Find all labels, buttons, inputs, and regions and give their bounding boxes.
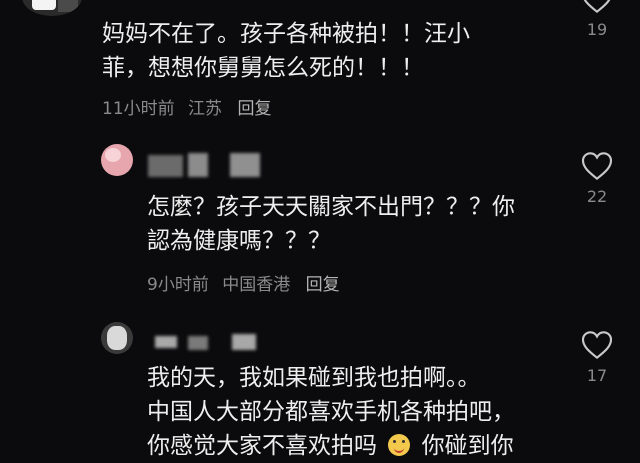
like-button[interactable]: 22 — [572, 151, 622, 206]
comment-text-segment: 你感觉大家不喜欢拍吗 — [147, 433, 377, 459]
like-count: 22 — [586, 187, 608, 206]
username[interactable] — [148, 155, 183, 177]
reply-button[interactable]: 回复 — [306, 275, 340, 295]
avatar[interactable] — [22, 0, 82, 16]
comment-text-line: 怎麼？孩子天天關家不出門？？？你 — [147, 194, 515, 220]
comment-text-segment: 你碰到你 — [421, 433, 514, 459]
comment-text: 妈妈不在了。孩子各种被拍！！汪小 菲，想想你舅舅怎么死的！！！ — [102, 17, 470, 85]
heart-outline-icon — [583, 0, 611, 14]
comment-text-line: 我的天，我如果碰到我也拍啊。。 — [147, 365, 481, 391]
face-emoji-icon — [388, 434, 411, 456]
reply-button[interactable]: 回复 — [237, 99, 271, 119]
like-button[interactable]: 19 — [572, 0, 622, 39]
heart-outline-icon — [581, 152, 613, 181]
comment-text: 怎麼？孩子天天關家不出門？？？你 認為健康嗎？？？ — [147, 190, 515, 258]
comment-text-line: 認為健康嗎？？？ — [147, 228, 331, 254]
comment-meta: 9小时前 中国香港 回复 — [147, 270, 340, 295]
avatar[interactable] — [101, 144, 133, 176]
comment-text-line: 中国人大部分都喜欢手机各种拍吧， — [147, 399, 515, 425]
avatar[interactable] — [101, 322, 133, 354]
comment-location: 江苏 — [188, 99, 223, 119]
comment-text-line: 妈妈不在了。孩子各种被拍！！汪小 — [102, 21, 470, 47]
heart-outline-icon — [581, 331, 613, 360]
comment-text: 我的天，我如果碰到我也拍啊。。 中国人大部分都喜欢手机各种拍吧， 你感觉大家不喜… — [147, 361, 515, 463]
like-count: 19 — [586, 20, 608, 39]
comment-time: 9小时前 — [147, 275, 209, 295]
comment-meta: 11小时前 江苏 回复 — [102, 94, 271, 119]
comment-location: 中国香港 — [222, 275, 291, 295]
comment-text-line-with-emoji: 你感觉大家不喜欢拍吗 你碰到你 — [147, 429, 515, 463]
comment-text-line: 菲，想想你舅舅怎么死的！！！ — [102, 55, 424, 81]
username[interactable] — [155, 336, 177, 348]
comment-time: 11小时前 — [102, 99, 175, 119]
like-button[interactable]: 17 — [572, 330, 622, 385]
like-count: 17 — [586, 366, 608, 385]
